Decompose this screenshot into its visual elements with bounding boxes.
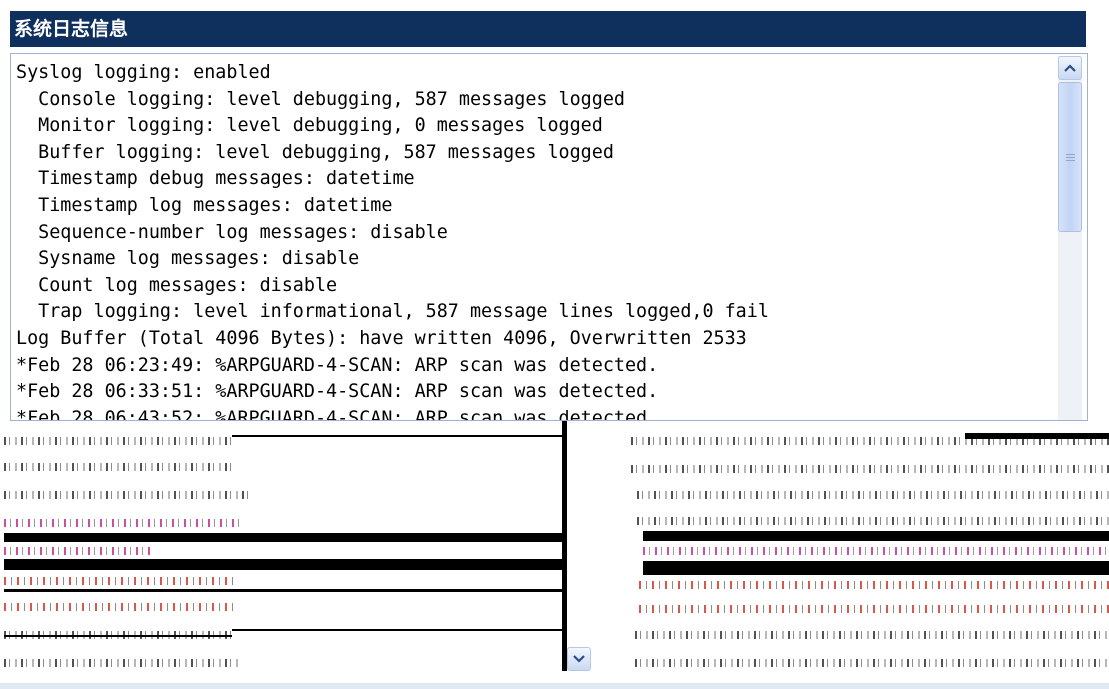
scroll-grip-icon [1065, 153, 1075, 161]
scroll-up-button[interactable] [1058, 56, 1082, 80]
scroll-thumb[interactable] [1058, 82, 1082, 232]
bottom-border [0, 683, 1109, 689]
log-line: Sequence-number log messages: disable [16, 221, 448, 243]
log-line: Buffer logging: level debugging, 587 mes… [16, 141, 614, 163]
garbled-region-right [625, 421, 1109, 683]
log-line: Syslog logging: enabled [16, 62, 271, 83]
log-text-area[interactable]: Syslog logging: enabled Console logging:… [16, 60, 1056, 421]
log-line: Count log messages: disable [16, 274, 338, 296]
log-line: Console logging: level debugging, 587 me… [16, 88, 625, 110]
log-line: *Feb 28 06:33:51: %ARPGUARD-4-SCAN: ARP … [16, 381, 659, 403]
log-line: Trap logging: level informational, 587 m… [16, 301, 769, 323]
log-line: Timestamp log messages: datetime [16, 194, 393, 216]
log-panel: Syslog logging: enabled Console logging:… [10, 53, 1088, 421]
panel-title: 系统日志信息 [10, 11, 1086, 47]
log-line: Log Buffer (Total 4096 Bytes): have writ… [16, 327, 747, 349]
chevron-up-icon [1064, 64, 1076, 72]
lower-scrollbar[interactable] [567, 421, 591, 683]
chevron-down-icon [573, 655, 585, 663]
log-line: Monitor logging: level debugging, 0 mess… [16, 115, 603, 137]
vertical-scrollbar[interactable] [1058, 56, 1082, 420]
log-line: *Feb 28 06:23:49: %ARPGUARD-4-SCAN: ARP … [16, 354, 659, 376]
garbled-region-left [0, 421, 590, 683]
scroll-down-button[interactable] [567, 647, 591, 671]
log-line: *Feb 28 06:43:52: %ARPGUARD-4-SCAN: ARP … [16, 407, 659, 421]
log-line: Sysname log messages: disable [16, 248, 360, 270]
log-line: Timestamp debug messages: datetime [16, 168, 415, 190]
